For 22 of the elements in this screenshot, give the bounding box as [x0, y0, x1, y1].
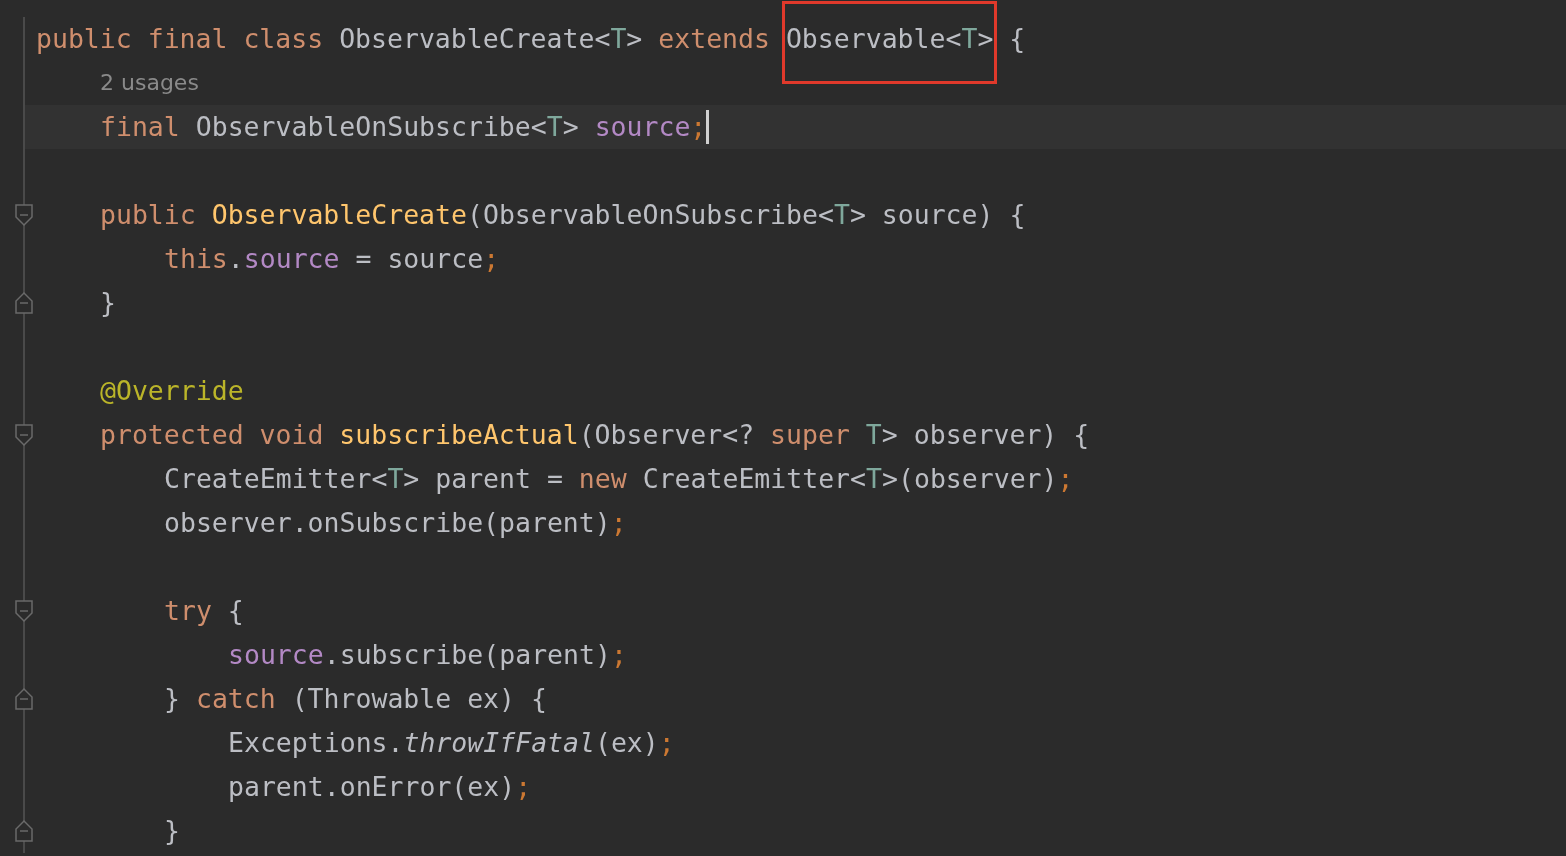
code-line: public ObservableCreate(ObservableOnSubscribe<T> source) { [100, 199, 1026, 231]
usages-hint[interactable]: 2 usages [100, 68, 199, 98]
code-line: public final class ObservableCreate<T> extends Observable<T> { [36, 23, 1026, 55]
code-line: observer.onSubscribe(parent); [164, 507, 627, 539]
code-line: this.source = source; [164, 243, 500, 275]
fold-icon[interactable] [15, 687, 33, 711]
code-line: } catch (Throwable ex) { [164, 683, 547, 715]
code-line: source.subscribe(parent); [228, 639, 627, 671]
fold-icon[interactable] [15, 599, 33, 623]
fold-icon[interactable] [15, 819, 33, 843]
code-line: Exceptions.throwIfFatal(ex); [228, 727, 675, 759]
code-line: } [164, 815, 180, 847]
fold-icon[interactable] [15, 291, 33, 315]
code-line: } [100, 287, 116, 319]
fold-icon[interactable] [15, 423, 33, 447]
code-line: final ObservableOnSubscribe<T> source; [100, 111, 707, 143]
code-line: protected void subscribeActual(Observer<? super T> observer) { [100, 419, 1090, 451]
code-line: parent.onError(ex); [228, 771, 532, 803]
fold-icon[interactable] [15, 203, 33, 227]
code-line: @Override [100, 375, 244, 407]
code-line: try { [164, 595, 244, 627]
code-line: CreateEmitter<T> parent = new CreateEmitter<T>(observer); [164, 463, 1074, 495]
